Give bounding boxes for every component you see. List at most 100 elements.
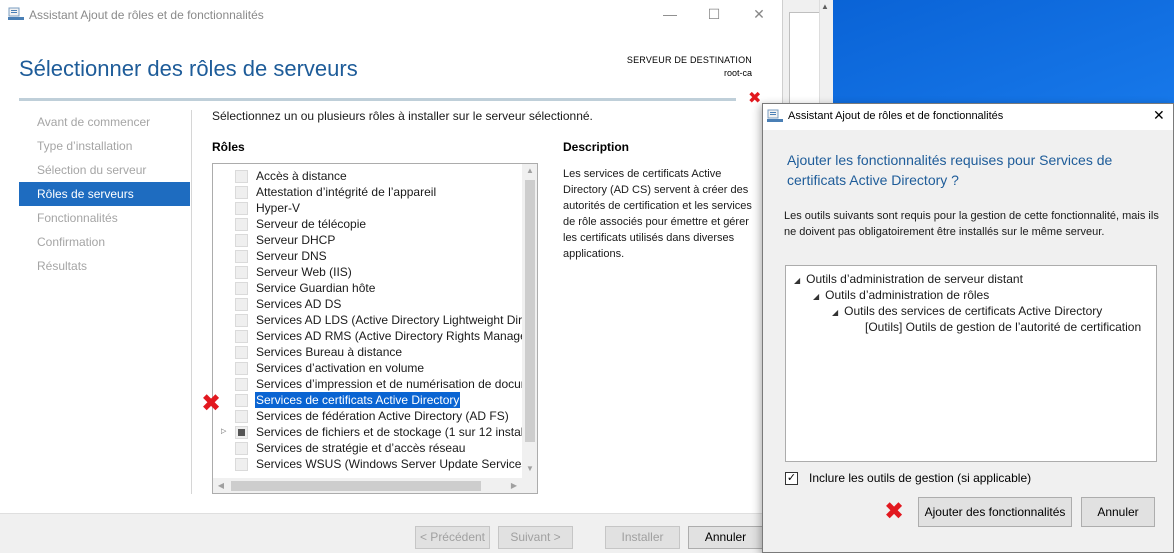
role-checkbox[interactable] [235, 234, 248, 247]
red-cross-annotation-icon: ✖ [884, 497, 905, 525]
role-row[interactable]: Accès à distance [213, 168, 522, 184]
scroll-thumb[interactable] [231, 481, 481, 491]
role-checkbox[interactable] [235, 410, 248, 423]
scroll-thumb[interactable] [525, 180, 535, 442]
role-row[interactable]: Services de stratégie et d’accès réseau [213, 440, 522, 456]
maximize-icon[interactable]: ☐ [701, 4, 727, 24]
wizard-footer: < Précédent Suivant > Installer Annuler [0, 513, 782, 553]
cancel-button[interactable]: Annuler [688, 526, 763, 549]
role-checkbox[interactable] [235, 378, 248, 391]
scroll-right-icon[interactable]: ▶ [506, 478, 522, 493]
scroll-up-icon[interactable]: ▲ [821, 2, 829, 11]
destination-server-value: root-ca [723, 68, 752, 78]
role-label: Services Bureau à distance [256, 345, 403, 359]
collapse-triangle-icon[interactable]: ◢ [794, 276, 800, 285]
role-row[interactable]: Services Bureau à distance [213, 344, 522, 360]
scroll-down-icon[interactable]: ▼ [522, 462, 537, 476]
description-text: Les services de certificats Active Direc… [563, 168, 752, 260]
sidebar-item-before-you-begin[interactable]: Avant de commencer [19, 110, 190, 134]
sidebar-item-results[interactable]: Résultats [19, 254, 190, 278]
role-checkbox[interactable] [235, 282, 248, 295]
role-checkbox[interactable] [235, 170, 248, 183]
sidebar-item-installation-type[interactable]: Type d’installation [19, 134, 190, 158]
wizard-sidebar: Avant de commencer Type d’installation S… [19, 110, 190, 278]
role-checkbox[interactable] [235, 186, 248, 199]
role-row[interactable]: Serveur Web (IIS) [213, 264, 522, 280]
role-checkbox-partial[interactable] [235, 426, 248, 439]
role-checkbox[interactable] [235, 394, 248, 407]
dialog-title-bar[interactable]: Assistant Ajout de rôles et de fonctionn… [763, 104, 1173, 130]
role-row[interactable]: Attestation d’intégrité de l’appareil [213, 184, 522, 200]
description-heading: Description [563, 140, 630, 154]
scroll-up-icon[interactable]: ▲ [522, 164, 537, 178]
role-row[interactable]: Serveur de télécopie [213, 216, 522, 232]
role-checkbox[interactable] [235, 266, 248, 279]
role-row[interactable]: Serveur DNS [213, 248, 522, 264]
role-row[interactable]: Services d’activation en volume [213, 360, 522, 376]
header-divider [19, 98, 736, 101]
role-label: Services d’activation en volume [256, 361, 425, 375]
expand-triangle-icon[interactable]: ▷ [221, 424, 229, 440]
tree-item[interactable]: ◢ Outils d’administration de rôles [813, 288, 989, 302]
roles-list-box: Accès à distance Attestation d’intégrité… [212, 163, 538, 494]
dialog-body: Ajouter les fonctionnalités requises pou… [763, 130, 1173, 552]
role-checkbox[interactable] [235, 346, 248, 359]
next-button[interactable]: Suivant > [498, 526, 573, 549]
role-row[interactable]: Services AD DS [213, 296, 522, 312]
role-checkbox[interactable] [235, 362, 248, 375]
role-row[interactable]: Service Guardian hôte [213, 280, 522, 296]
add-features-button[interactable]: Ajouter des fonctionnalités [918, 497, 1072, 527]
role-checkbox[interactable] [235, 202, 248, 215]
main-wizard-window: Assistant Ajout de rôles et de fonctionn… [0, 0, 782, 553]
tree-item[interactable]: ◢ Outils d’administration de serveur dist… [794, 272, 1023, 286]
role-row[interactable]: Services d’impression et de numérisation… [213, 376, 522, 392]
roles-horizontal-scrollbar[interactable]: ◀ ▶ [213, 478, 537, 493]
roles-vertical-scrollbar[interactable]: ▲ ▼ [522, 164, 537, 478]
role-row[interactable]: Services AD LDS (Active Directory Lightw… [213, 312, 522, 328]
role-checkbox[interactable] [235, 330, 248, 343]
close-icon[interactable]: ✕ [746, 4, 772, 24]
role-checkbox[interactable] [235, 314, 248, 327]
role-row[interactable]: Services de fédération Active Directory … [213, 408, 522, 424]
previous-button[interactable]: < Précédent [415, 526, 490, 549]
tree-item[interactable]: [Outils] Outils de gestion de l’autorité… [865, 320, 1141, 334]
instruction-text: Sélectionnez un ou plusieurs rôles à ins… [212, 109, 593, 123]
role-checkbox[interactable] [235, 458, 248, 471]
role-checkbox[interactable] [235, 218, 248, 231]
dialog-cancel-button[interactable]: Annuler [1081, 497, 1155, 527]
main-title-bar[interactable]: Assistant Ajout de rôles et de fonctionn… [0, 0, 782, 30]
include-tools-label[interactable]: Inclure les outils de gestion (si applic… [809, 471, 1031, 485]
scroll-left-icon[interactable]: ◀ [213, 478, 229, 493]
minimize-icon[interactable]: — [657, 4, 683, 24]
role-row[interactable]: Services AD RMS (Active Directory Rights… [213, 328, 522, 344]
page-title: Sélectionner des rôles de serveurs [19, 56, 358, 81]
role-row-selected[interactable]: Services de certificats Active Directory [213, 392, 522, 408]
role-checkbox[interactable] [235, 250, 248, 263]
sidebar-item-server-roles[interactable]: Rôles de serveurs [19, 182, 190, 206]
collapse-triangle-icon[interactable]: ◢ [813, 292, 819, 301]
close-icon[interactable]: ✕ [1153, 107, 1165, 124]
collapse-triangle-icon[interactable]: ◢ [832, 308, 838, 317]
role-label: Serveur DNS [256, 249, 327, 263]
role-label: Hyper-V [256, 201, 301, 215]
role-label: Services de fichiers et de stockage (1 s… [256, 425, 522, 439]
install-button[interactable]: Installer [605, 526, 680, 549]
role-row[interactable]: ▷ Services de fichiers et de stockage (1 … [213, 424, 522, 440]
tree-item[interactable]: ◢ Outils des services de certificats Acti… [832, 304, 1102, 318]
red-cross-annotation-icon: ✖ [201, 389, 222, 417]
role-row[interactable]: Serveur DHCP [213, 232, 522, 248]
include-tools-checkbox[interactable]: ✓ [785, 472, 798, 485]
role-label: Serveur DHCP [256, 233, 336, 247]
role-row[interactable]: Services WSUS (Windows Server Update Ser… [213, 456, 522, 472]
sidebar-item-server-selection[interactable]: Sélection du serveur [19, 158, 190, 182]
sidebar-item-features[interactable]: Fonctionnalités [19, 206, 190, 230]
dialog-title: Assistant Ajout de rôles et de fonctionn… [788, 110, 1004, 122]
role-label: Serveur de télécopie [256, 217, 367, 231]
role-label: Services WSUS (Windows Server Update Ser… [256, 457, 522, 471]
sidebar-item-confirmation[interactable]: Confirmation [19, 230, 190, 254]
role-row[interactable]: Hyper-V [213, 200, 522, 216]
role-checkbox[interactable] [235, 442, 248, 455]
role-label: Services AD DS [256, 297, 342, 311]
role-label: Services de fédération Active Directory … [256, 409, 509, 423]
role-checkbox[interactable] [235, 298, 248, 311]
